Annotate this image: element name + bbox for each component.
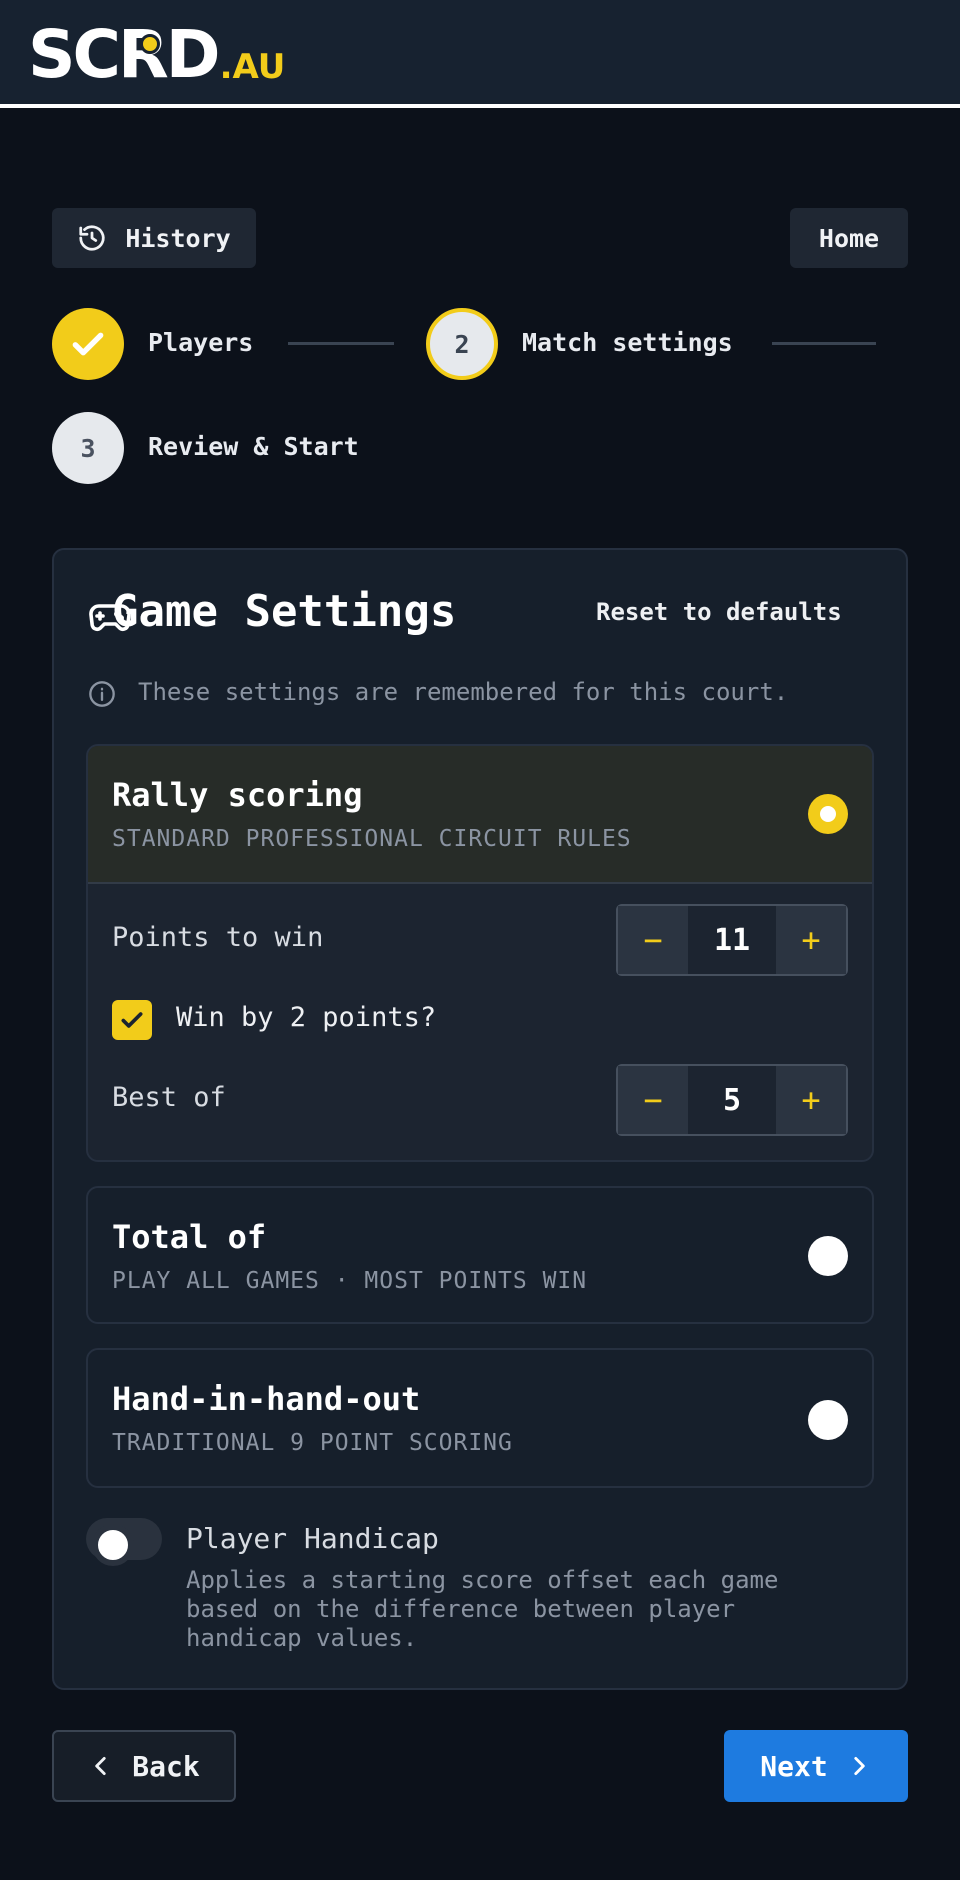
hand-in-hand-out-option[interactable]: Hand-in-hand-out TRADITIONAL 9 POINT SCO… — [86, 1348, 874, 1488]
history-icon — [79, 225, 105, 251]
step-connector — [288, 342, 394, 345]
step-3-number: 3 — [80, 433, 96, 463]
points-to-win-label: Points to win — [112, 922, 324, 953]
info-icon — [89, 681, 115, 707]
hand-in-hand-out-radio[interactable] — [808, 1400, 848, 1440]
logo-suffix: .AU — [219, 47, 286, 87]
win-by-two-checkbox[interactable] — [112, 1000, 152, 1040]
scrd-logo[interactable]: SCRD .AU — [28, 16, 286, 93]
chevron-right-icon — [854, 1757, 865, 1775]
total-of-title: Total of — [112, 1218, 267, 1256]
step-2-label[interactable]: Match settings — [522, 328, 733, 357]
hand-in-hand-out-subtitle: TRADITIONAL 9 POINT SCORING — [112, 1430, 513, 1456]
win-by-two-label[interactable]: Win by 2 points? — [176, 1002, 436, 1033]
hand-in-hand-out-title: Hand-in-hand-out — [112, 1380, 421, 1418]
top-bar: SCRD .AU — [0, 0, 960, 108]
rally-scoring-header[interactable] — [88, 746, 872, 884]
step-connector — [772, 342, 876, 345]
total-of-radio[interactable] — [808, 1236, 848, 1276]
rally-scoring-radio[interactable] — [808, 794, 848, 834]
next-button[interactable]: Next — [724, 1730, 908, 1802]
check-icon — [72, 332, 104, 356]
rally-scoring-subtitle: STANDARD PROFESSIONAL CIRCUIT RULES — [112, 826, 632, 852]
reset-defaults-button[interactable]: Reset to defaults — [596, 598, 842, 626]
player-handicap-toggle[interactable] — [86, 1518, 162, 1566]
total-of-subtitle: PLAY ALL GAMES · MOST POINTS WIN — [112, 1268, 588, 1294]
step-3-label[interactable]: Review & Start — [148, 432, 359, 461]
points-minus-button[interactable]: − — [618, 906, 688, 974]
home-button[interactable]: Home — [790, 208, 908, 268]
back-button[interactable]: Back — [52, 1730, 236, 1802]
points-to-win-value[interactable]: 11 — [688, 906, 776, 974]
home-label: Home — [818, 223, 880, 253]
player-handicap-description: Applies a starting score offset each gam… — [186, 1566, 779, 1652]
check-icon — [121, 1012, 143, 1028]
next-label: Next — [760, 1749, 828, 1783]
step-1-circle[interactable] — [52, 308, 124, 380]
best-of-stepper: − 5 + — [616, 1064, 848, 1136]
step-2-circle[interactable]: 2 — [426, 308, 498, 380]
total-of-option[interactable]: Total of PLAY ALL GAMES · MOST POINTS WI… — [86, 1186, 874, 1324]
step-2-number: 2 — [454, 329, 470, 359]
best-of-plus-button[interactable]: + — [776, 1066, 846, 1134]
settings-info-text: These settings are remembered for this c… — [138, 678, 789, 706]
history-button[interactable]: History — [52, 208, 256, 268]
history-label: History — [125, 223, 231, 253]
best-of-value[interactable]: 5 — [688, 1066, 776, 1134]
player-handicap-label[interactable]: Player Handicap — [186, 1522, 439, 1555]
rally-scoring-option[interactable]: Rally scoring STANDARD PROFESSIONAL CIRC… — [86, 744, 874, 1162]
ball-icon — [140, 34, 160, 54]
step-3-circle[interactable]: 3 — [52, 412, 124, 484]
points-plus-button[interactable]: + — [776, 906, 846, 974]
chevron-left-icon — [95, 1757, 106, 1775]
rally-scoring-title: Rally scoring — [112, 776, 363, 814]
best-of-minus-button[interactable]: − — [618, 1066, 688, 1134]
best-of-label: Best of — [112, 1082, 226, 1113]
logo-wordmark: SCRD — [28, 16, 221, 93]
step-1-label[interactable]: Players — [148, 328, 253, 357]
points-to-win-stepper: − 11 + — [616, 904, 848, 976]
settings-title: Game Settings — [112, 586, 457, 637]
back-label: Back — [132, 1749, 200, 1783]
